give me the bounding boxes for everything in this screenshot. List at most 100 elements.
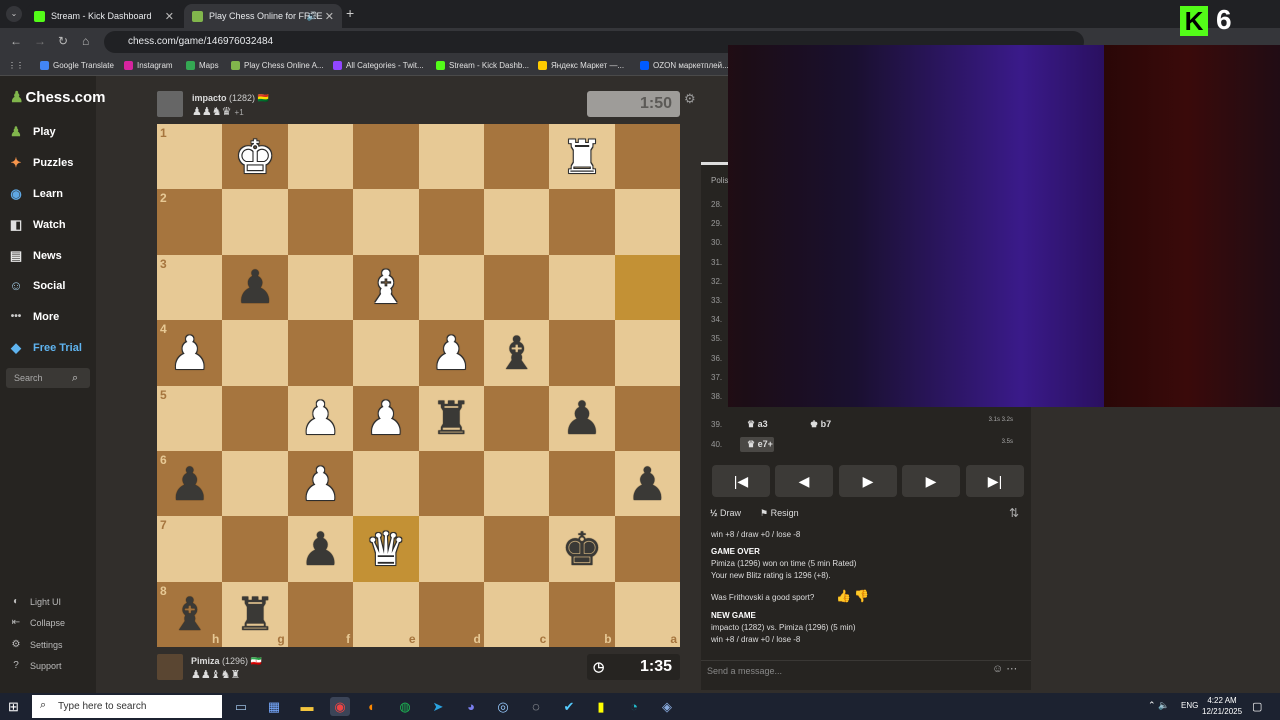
nav-support[interactable]: ? Support xyxy=(10,660,61,671)
board-square[interactable]: 3 xyxy=(157,254,223,321)
bookmark-yandex[interactable]: Яндекс Маркет —... xyxy=(538,61,624,70)
white-pawn-icon[interactable]: ♟ xyxy=(365,395,406,441)
board-square[interactable] xyxy=(418,450,484,517)
volume-icon[interactable]: 🔈 xyxy=(1158,700,1169,710)
black-pawn-icon[interactable]: ♟ xyxy=(169,461,210,507)
board-square[interactable]: 2 xyxy=(157,189,223,255)
board-square[interactable] xyxy=(353,189,419,255)
black-pawn-icon[interactable]: ♟ xyxy=(627,461,668,507)
chat-more-icon[interactable]: ⋯ xyxy=(1006,663,1017,675)
draw-button[interactable]: ½ Draw xyxy=(710,508,741,518)
board-square[interactable]: ♟ xyxy=(353,385,419,451)
player-avatar[interactable] xyxy=(157,654,183,680)
board-square[interactable]: 6 ♟ xyxy=(157,450,223,517)
file-explorer-icon[interactable]: ▬ xyxy=(297,697,317,716)
board-square[interactable]: ♚ xyxy=(222,124,288,190)
board-square[interactable]: ♟ xyxy=(287,450,354,517)
board-square[interactable]: ♟ xyxy=(549,385,615,451)
chevron-up-icon[interactable]: ⌃ xyxy=(1148,700,1156,710)
bookmark-twitch[interactable]: All Categories - Twit... xyxy=(333,61,424,70)
bookmark-kick[interactable]: Stream - Kick Dashb... xyxy=(436,61,529,70)
task-view-icon[interactable]: ▭ xyxy=(231,697,251,716)
black-rook-icon[interactable]: ♜ xyxy=(234,591,275,637)
board-square[interactable]: 5 xyxy=(157,385,223,451)
spotify-icon[interactable]: ◍ xyxy=(395,697,415,716)
bookmark-maps[interactable]: Maps xyxy=(186,61,219,70)
board-square[interactable] xyxy=(222,450,288,517)
close-tab-icon[interactable]: ✕ xyxy=(325,10,334,23)
flip-board-icon[interactable]: ⇅ xyxy=(1009,506,1019,520)
board-square[interactable] xyxy=(614,320,680,386)
board-square[interactable] xyxy=(614,189,680,255)
chess-logo[interactable]: ♟ Chess.com xyxy=(10,88,106,106)
nav-watch[interactable]: ◧ Watch xyxy=(8,217,66,233)
vpn-icon[interactable]: ✔ xyxy=(559,697,579,716)
search-icon[interactable]: ⌕ xyxy=(72,372,78,385)
board-square[interactable] xyxy=(549,254,615,321)
board-square[interactable]: e xyxy=(353,581,419,647)
black-bishop-icon[interactable]: ♝ xyxy=(169,591,210,637)
white-bishop-icon[interactable]: ♝ xyxy=(365,264,406,310)
chrome-icon[interactable]: ◉ xyxy=(330,697,350,716)
emoji-icon[interactable]: ☺ xyxy=(992,663,1003,675)
board-square[interactable] xyxy=(287,189,354,255)
black-pawn-icon[interactable]: ♟ xyxy=(300,526,341,572)
white-pawn-icon[interactable]: ♟ xyxy=(169,330,210,376)
board-square[interactable] xyxy=(614,516,680,582)
discord-icon[interactable]: ◕ xyxy=(461,697,481,716)
black-king-icon[interactable]: ♚ xyxy=(561,526,602,572)
board-square[interactable] xyxy=(549,320,615,386)
bookmark-google-translate[interactable]: Google Translate xyxy=(40,61,114,70)
nav-learn[interactable]: ◉ Learn xyxy=(8,186,63,202)
forward-icon[interactable]: → xyxy=(34,34,46,48)
telegram-icon[interactable]: ➤ xyxy=(428,697,448,716)
audio-icon[interactable]: 🔊 xyxy=(307,11,318,22)
black-pawn-icon[interactable]: ♟ xyxy=(561,395,602,441)
white-pawn-icon[interactable]: ♟ xyxy=(431,330,472,376)
board-square[interactable] xyxy=(614,254,680,321)
board-square[interactable]: ♝ xyxy=(353,254,419,321)
board-square[interactable] xyxy=(614,124,680,190)
nav-play[interactable]: ♟ Play xyxy=(8,124,55,140)
board-square[interactable]: ♚ xyxy=(549,516,615,582)
move-white[interactable]: ♛ a3 xyxy=(747,419,768,430)
board-square[interactable]: ♜ xyxy=(549,124,615,190)
white-rook-icon[interactable]: ♜ xyxy=(561,134,602,180)
language-indicator[interactable]: ENG xyxy=(1181,701,1198,710)
board-square[interactable]: ♝ xyxy=(483,320,550,386)
white-queen-icon[interactable]: ♛ xyxy=(365,526,406,572)
board-square[interactable]: ♟ xyxy=(287,516,354,582)
play-moves-button[interactable]: ▶ xyxy=(839,465,897,497)
board-square[interactable]: f xyxy=(287,581,354,647)
next-move-button[interactable]: ▶ xyxy=(902,465,960,497)
tab-search-button[interactable]: ⌄ xyxy=(6,6,22,22)
nav-puzzles[interactable]: ✦ Puzzles xyxy=(8,155,74,171)
first-move-button[interactable]: |◀ xyxy=(712,465,770,497)
board-square[interactable]: 8 h ♝ xyxy=(157,581,223,647)
nav-more[interactable]: ••• More xyxy=(8,309,60,325)
back-icon[interactable]: ← xyxy=(10,34,22,48)
board-square[interactable] xyxy=(614,385,680,451)
board-square[interactable]: c xyxy=(483,581,550,647)
move-black[interactable]: ♚ b7 xyxy=(810,419,831,430)
nav-settings[interactable]: ⚙ Settings xyxy=(10,639,63,650)
nav-free-trial[interactable]: ◆ Free Trial xyxy=(8,340,82,356)
nav-collapse[interactable]: ⇤ Collapse xyxy=(10,617,65,628)
edge-icon[interactable]: ◔ xyxy=(624,697,644,716)
bookmark-chess[interactable]: Play Chess Online A... xyxy=(231,61,324,70)
board-square[interactable]: ♟ xyxy=(222,254,288,321)
board-square[interactable]: 1 xyxy=(157,124,223,190)
board-square[interactable] xyxy=(483,385,550,451)
board-square[interactable] xyxy=(353,124,419,190)
board-square[interactable] xyxy=(418,124,484,190)
white-king-icon[interactable]: ♚ xyxy=(234,134,275,180)
board-square[interactable] xyxy=(483,450,550,517)
board-square[interactable] xyxy=(549,450,615,517)
bookmark-ozon[interactable]: OZON маркетплей... xyxy=(640,61,729,70)
nav-light-ui[interactable]: ◐ Light UI xyxy=(10,596,61,607)
app-icon[interactable]: ◈ xyxy=(657,697,677,716)
board-square[interactable]: ♟ xyxy=(287,385,354,451)
board-square[interactable] xyxy=(353,320,419,386)
board-square[interactable]: g ♜ xyxy=(222,581,288,647)
notifications-icon[interactable]: ▢ xyxy=(1252,700,1262,713)
